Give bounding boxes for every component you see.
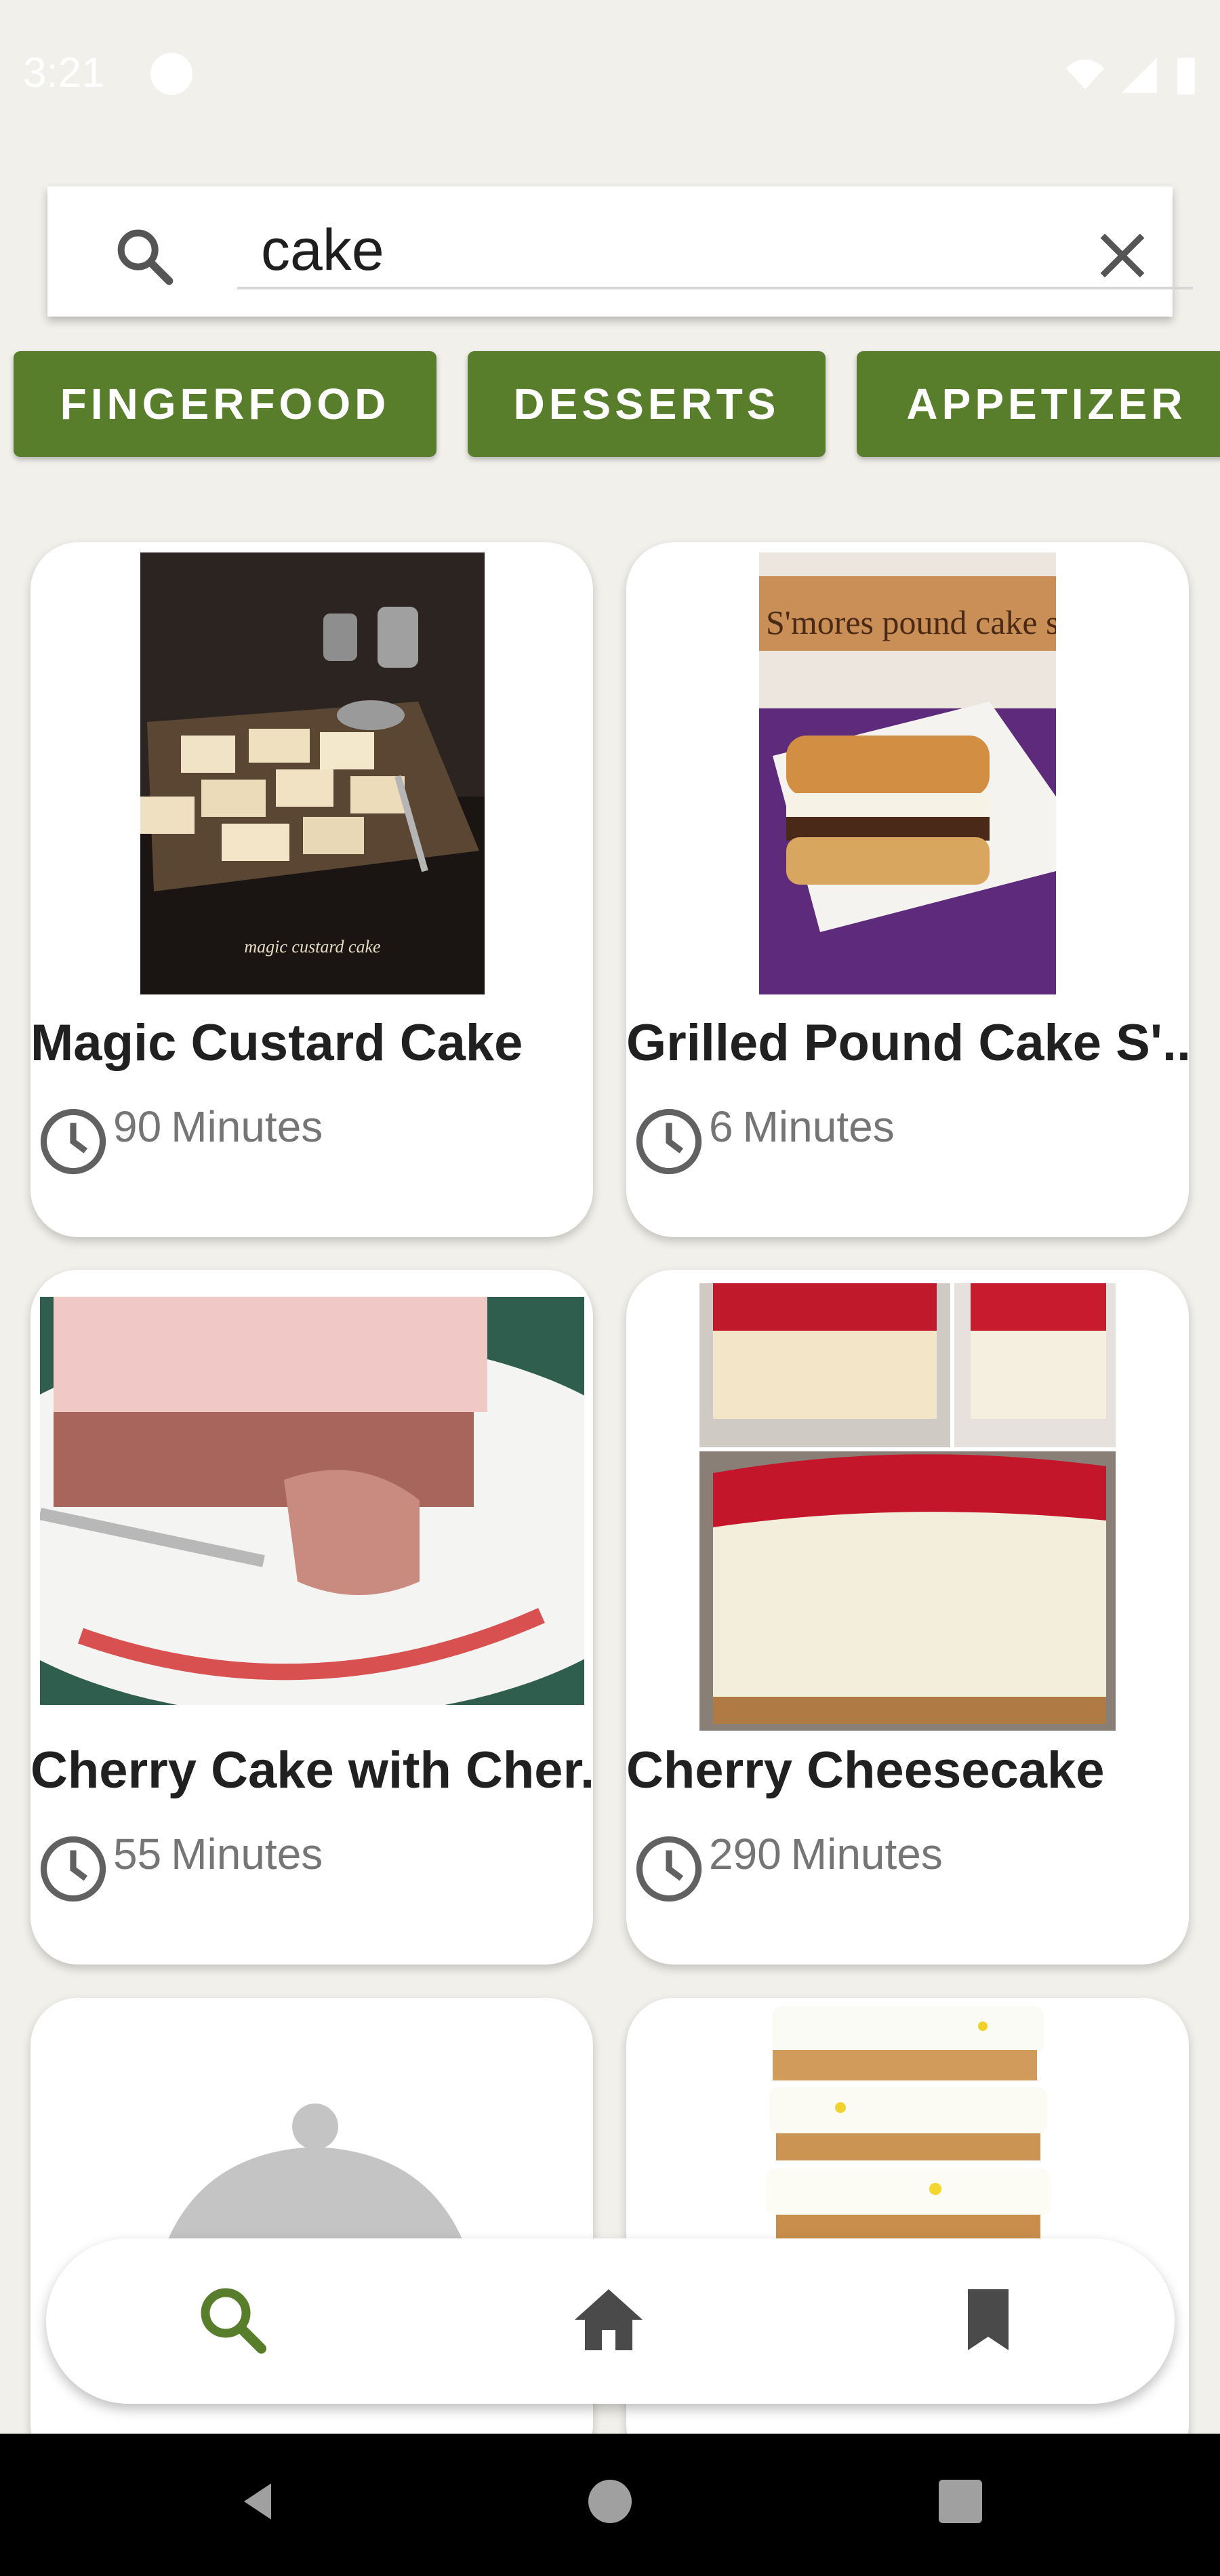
- image-caption: magic custard cake: [244, 937, 380, 957]
- system-nav-bar: [0, 2434, 1220, 2576]
- minutes-unit: Minutes: [790, 1830, 943, 1878]
- status-bar: 3:21: [0, 0, 1220, 146]
- recipe-title: Cherry Cheesecake: [626, 1742, 1105, 1799]
- recipe-card[interactable]: S'mores pound cake sandwiches Grilled Po…: [626, 542, 1189, 1237]
- home-button[interactable]: [588, 2480, 632, 2523]
- recipe-image: magic custard cake: [140, 552, 485, 994]
- close-icon[interactable]: [1089, 222, 1156, 289]
- bottom-nav: [46, 2238, 1175, 2404]
- search-icon: [117, 229, 174, 285]
- minutes-unit: Minutes: [742, 1102, 895, 1151]
- clock-icon: [40, 1108, 106, 1175]
- recipe-image: [699, 1283, 1116, 1731]
- minutes-value: 90: [113, 1102, 162, 1151]
- recipe-card[interactable]: Cherry Cheesecake 290 Minutes: [626, 1270, 1189, 1965]
- chip-fingerfood[interactable]: FINGERFOOD: [14, 351, 436, 457]
- category-chips: FINGERFOOD DESSERTS APPETIZER: [14, 351, 1220, 457]
- recipe-title: Magic Custard Cake: [30, 1014, 523, 1072]
- bookmark-icon[interactable]: [948, 2279, 1029, 2360]
- recipe-card[interactable]: Cherry Cake with Cher.. 55 Minutes: [30, 1270, 593, 1965]
- recipe-title: Cherry Cake with Cher..: [30, 1742, 593, 1799]
- recents-button[interactable]: [939, 2480, 982, 2523]
- battery-icon: [1177, 58, 1195, 95]
- recipe-title: Grilled Pound Cake S'..: [626, 1014, 1189, 1072]
- search-bar: [47, 186, 1193, 317]
- clock-icon: [636, 1108, 702, 1175]
- minutes-value: 6: [709, 1102, 733, 1151]
- recipe-image: S'mores pound cake sandwiches: [759, 552, 1056, 994]
- search-input[interactable]: [237, 214, 1193, 289]
- wifi-icon: [1065, 59, 1105, 89]
- minutes-value: 55: [113, 1830, 162, 1878]
- clock-icon: [636, 1836, 702, 1902]
- recipe-card[interactable]: magic custard cake Magic Custard Cake 90…: [30, 542, 593, 1237]
- back-icon[interactable]: [230, 2474, 285, 2529]
- minutes-value: 290: [709, 1830, 781, 1878]
- status-time: 3:21: [23, 49, 105, 96]
- search-icon[interactable]: [192, 2279, 273, 2360]
- clock-icon: [40, 1836, 106, 1902]
- image-caption: S'mores pound cake sandwiches: [766, 603, 1056, 641]
- chip-appetizer[interactable]: APPETIZER: [857, 351, 1220, 457]
- recipe-image: [40, 1297, 584, 1705]
- chip-desserts[interactable]: DESSERTS: [468, 351, 826, 457]
- home-icon[interactable]: [568, 2279, 649, 2360]
- notification-icon: [150, 53, 192, 95]
- signal-icon: [1122, 58, 1157, 93]
- minutes-unit: Minutes: [171, 1102, 323, 1151]
- minutes-unit: Minutes: [171, 1830, 323, 1878]
